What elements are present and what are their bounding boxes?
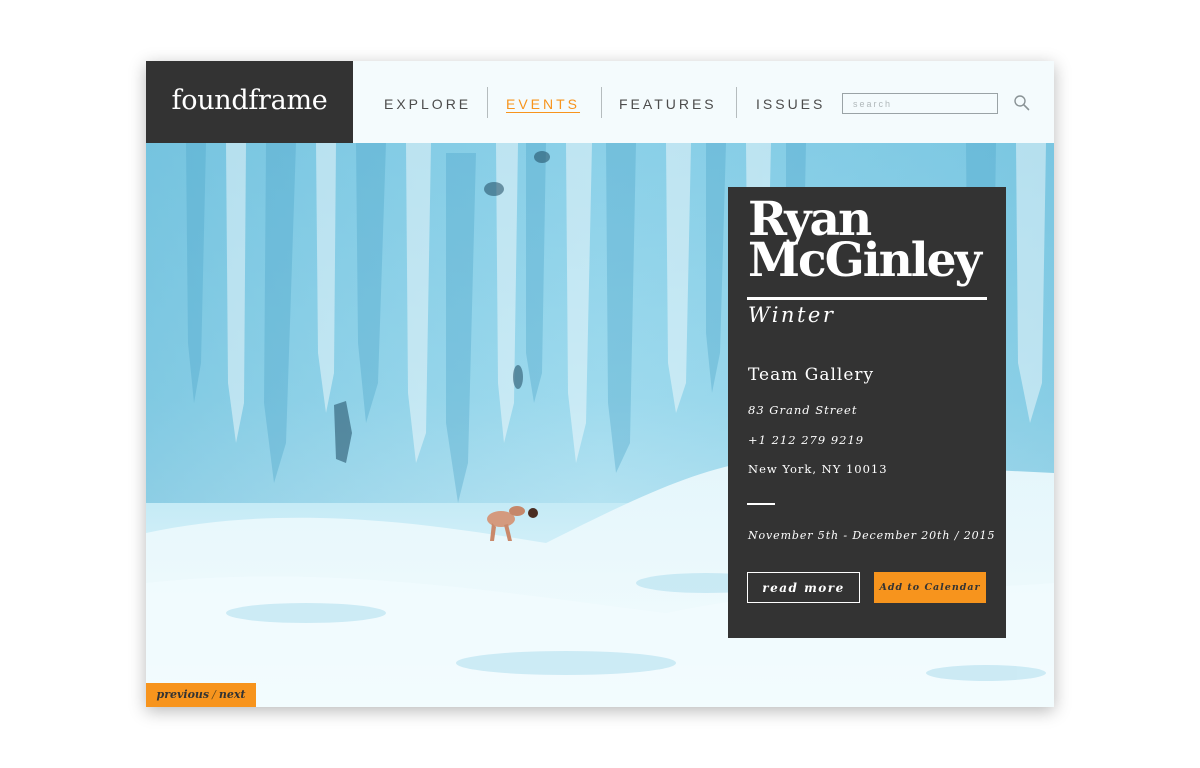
- nav-divider: [487, 87, 488, 118]
- previous-link[interactable]: previous: [157, 688, 210, 701]
- app-frame: foundframe EXPLORE EVENTS FEATURES ISSUE…: [146, 61, 1054, 707]
- nav-features[interactable]: FEATURES: [619, 96, 717, 112]
- nav-issues[interactable]: ISSUES: [756, 96, 825, 112]
- artist-last-name: McGinley: [748, 233, 982, 288]
- show-title: Winter: [748, 303, 836, 327]
- site-logo[interactable]: foundframe: [146, 61, 353, 143]
- nav-divider: [736, 87, 737, 118]
- add-to-calendar-button[interactable]: Add to Calendar: [874, 572, 986, 603]
- title-divider: [747, 297, 987, 300]
- pager-separator: /: [212, 688, 216, 701]
- event-dates: November 5th - December 20th / 2015: [748, 529, 996, 542]
- search-input[interactable]: [842, 93, 998, 114]
- nav-explore[interactable]: EXPLORE: [384, 96, 471, 112]
- nav-divider: [601, 87, 602, 118]
- next-link[interactable]: next: [219, 688, 246, 701]
- gallery-city: New York, NY 10013: [748, 462, 888, 476]
- pager: previous / next: [146, 683, 256, 707]
- section-divider: [747, 503, 775, 505]
- gallery-address: 83 Grand Street: [748, 403, 858, 417]
- site-header: foundframe EXPLORE EVENTS FEATURES ISSUE…: [146, 61, 1054, 143]
- artist-name: Ryan McGinley: [748, 196, 993, 288]
- read-more-button[interactable]: read more: [747, 572, 860, 603]
- hero-section: Ryan McGinley Winter Team Gallery 83 Gra…: [146, 143, 1054, 707]
- event-card: Ryan McGinley Winter Team Gallery 83 Gra…: [728, 187, 1006, 638]
- gallery-phone: +1 212 279 9219: [748, 433, 865, 447]
- nav-events[interactable]: EVENTS: [506, 96, 580, 112]
- search-icon[interactable]: [1013, 94, 1031, 112]
- gallery-name: Team Gallery: [748, 365, 875, 385]
